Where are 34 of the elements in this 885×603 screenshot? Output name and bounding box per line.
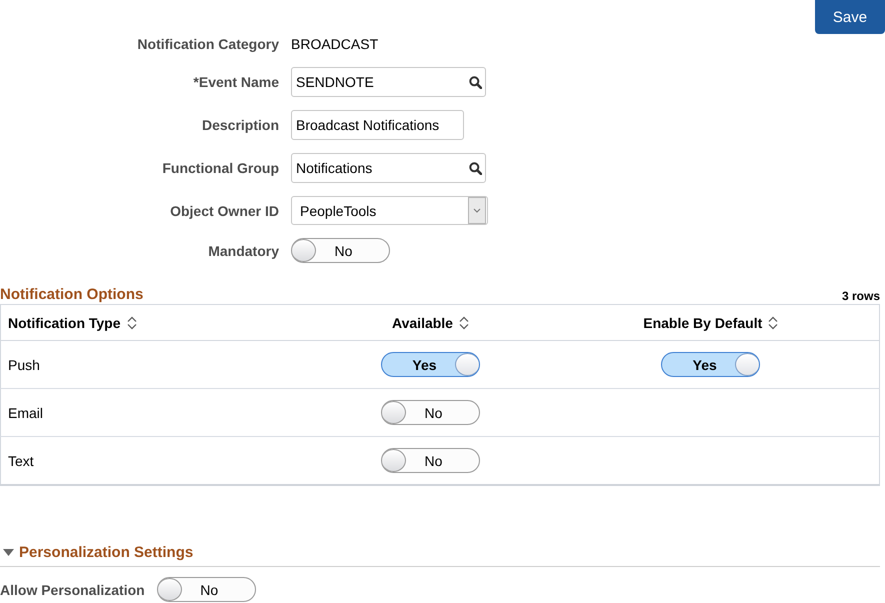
field-label: Functional Group (162, 160, 279, 176)
column-header[interactable]: Enable By Default (643, 314, 778, 330)
search-icon[interactable] (469, 162, 482, 174)
field-label: Notification Category (137, 36, 279, 52)
column-header[interactable]: Available (392, 314, 469, 330)
dropdown-field[interactable]: PeopleTools (291, 196, 488, 225)
toggle-switch[interactable]: Yes (381, 352, 480, 377)
save-button[interactable]: Save (815, 0, 885, 34)
lookup-field[interactable]: Notifications (291, 153, 486, 183)
column-header[interactable]: Notification Type (8, 314, 137, 330)
sort-icon[interactable] (458, 316, 469, 330)
lookup-field[interactable]: SENDNOTE (291, 67, 486, 97)
text-field[interactable]: Broadcast Notifications (291, 110, 464, 140)
table-cell: Push (8, 356, 40, 372)
field-value: BROADCAST (291, 36, 378, 52)
search-icon[interactable] (469, 76, 482, 88)
triangle-down-icon[interactable] (3, 548, 14, 556)
sort-icon[interactable] (126, 316, 137, 330)
toggle-switch[interactable]: No (381, 448, 480, 473)
sort-icon[interactable] (768, 316, 778, 330)
toggle-switch[interactable]: No (156, 577, 256, 602)
section-title[interactable]: Personalization Settings (19, 544, 194, 560)
table-cell: Email (8, 404, 44, 420)
table-cell: Text (8, 452, 34, 468)
field-label: Mandatory (208, 242, 279, 258)
toggle-switch[interactable]: Yes (661, 352, 760, 377)
toggle-switch[interactable]: No (291, 238, 390, 263)
toggle-switch[interactable]: No (381, 400, 480, 425)
field-label: *Event Name (193, 74, 279, 90)
field-label: Object Owner ID (170, 202, 279, 218)
field-label: Description (202, 117, 279, 133)
field-label: Allow Personalization (0, 582, 145, 598)
section-title: Notification Options (0, 286, 144, 302)
row-count: 3 rows (842, 289, 880, 304)
